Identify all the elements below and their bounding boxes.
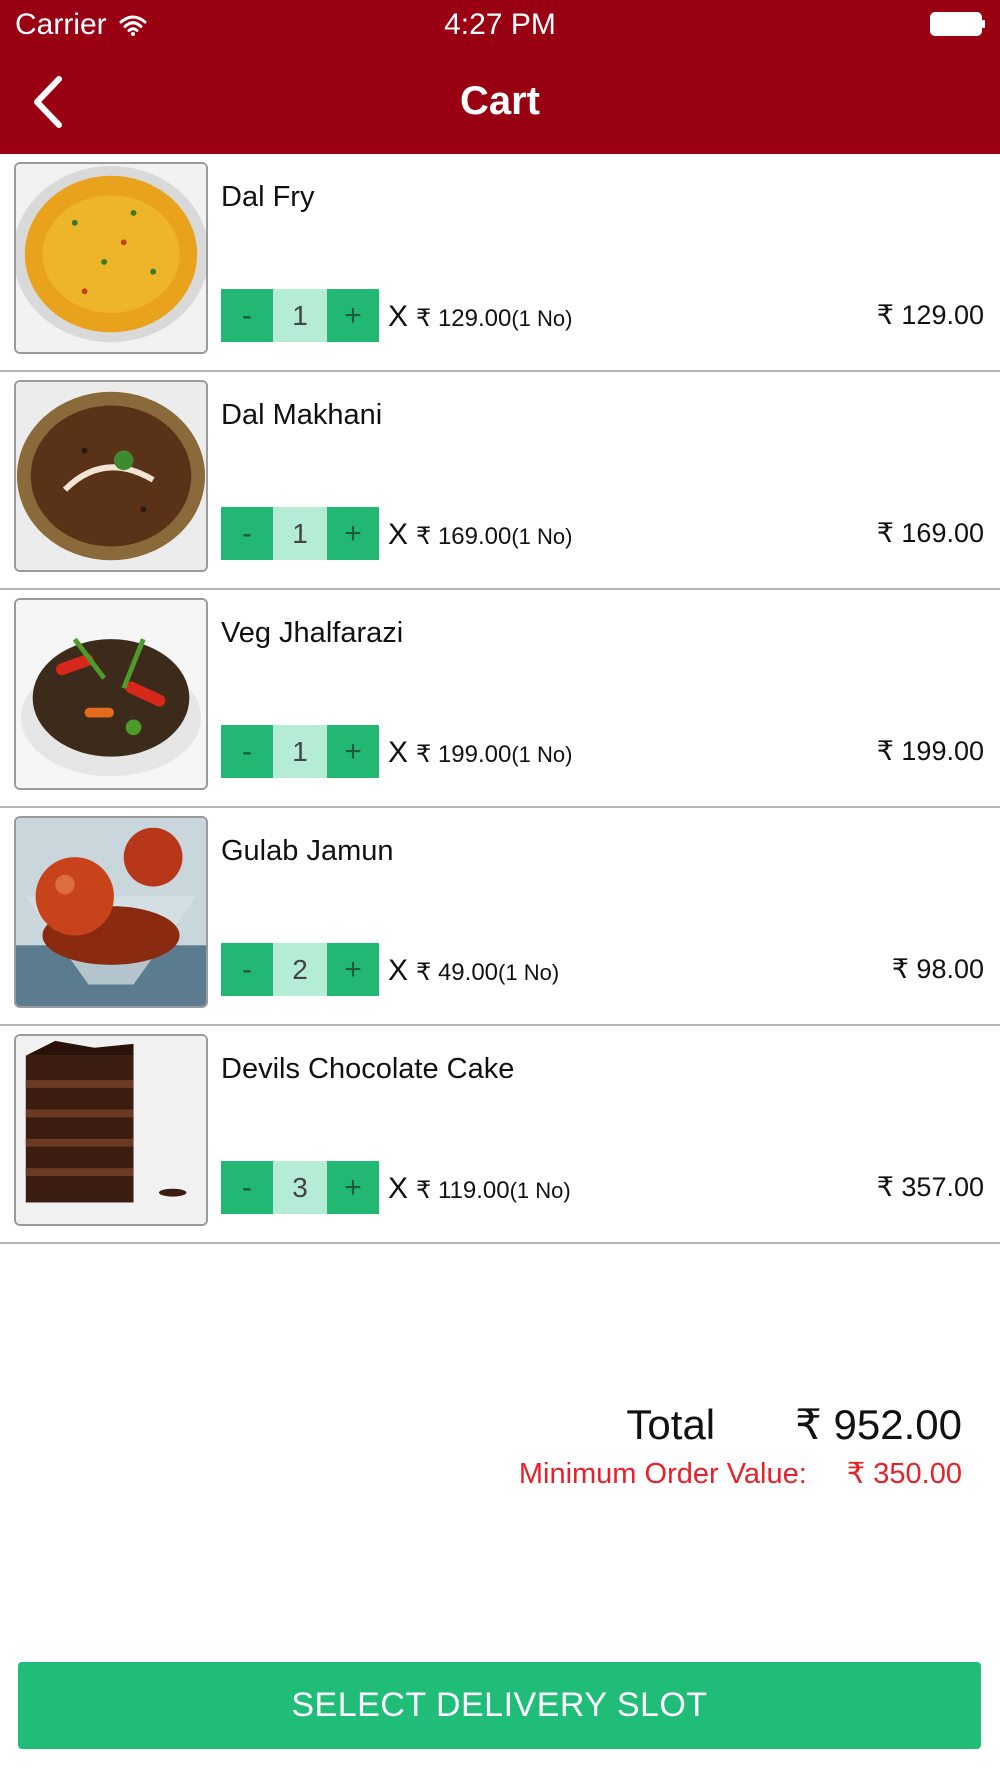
min-order-label: Minimum Order Value: [518, 1458, 807, 1490]
quantity-value: 1 [273, 725, 327, 778]
unit-price: X ₹ 119.00(1 No) [388, 1172, 571, 1208]
times-sign: X [388, 518, 409, 551]
increment-button[interactable]: + [327, 1161, 379, 1214]
unit-price-value: ₹ 119.00 [416, 1177, 510, 1204]
battery-icon [930, 12, 985, 36]
status-time: 4:27 PM [444, 8, 556, 41]
line-total: ₹ 129.00 [876, 300, 984, 330]
unit-price-value: ₹ 169.00 [416, 523, 512, 550]
item-name: Gulab Jamun [221, 835, 394, 867]
line-total: ₹ 199.00 [876, 736, 984, 766]
cart-total: Total ₹ 952.00 [626, 1400, 962, 1449]
unit-note: (1 No) [498, 960, 560, 985]
decrement-button[interactable]: - [221, 289, 273, 342]
cart-item: Gulab Jamun - 2 + X ₹ 49.00(1 No) ₹ 98.00 [0, 808, 1000, 1026]
item-image-gulab-jamun [14, 816, 208, 1008]
item-name: Dal Fry [221, 181, 315, 213]
increment-button[interactable]: + [327, 507, 379, 560]
line-total: ₹ 98.00 [891, 954, 984, 984]
decrement-button[interactable]: - [221, 507, 273, 560]
quantity-stepper: - 1 + [221, 725, 379, 778]
quantity-stepper: - 1 + [221, 507, 379, 560]
cart-item: Devils Chocolate Cake - 3 + X ₹ 119.00(1 … [0, 1026, 1000, 1244]
unit-price: X ₹ 49.00(1 No) [388, 954, 559, 990]
decrement-button[interactable]: - [221, 1161, 273, 1214]
unit-price-value: ₹ 129.00 [416, 305, 512, 332]
quantity-value: 1 [273, 289, 327, 342]
total-value: ₹ 952.00 [795, 1401, 962, 1448]
times-sign: X [388, 300, 409, 333]
unit-price: X ₹ 199.00(1 No) [388, 736, 572, 772]
unit-price-value: ₹ 49.00 [416, 959, 499, 986]
quantity-stepper: - 3 + [221, 1161, 379, 1214]
unit-note: (1 No) [511, 742, 573, 767]
total-label: Total [626, 1401, 716, 1448]
times-sign: X [388, 954, 409, 987]
item-image-veg-jhalfarazi [14, 598, 208, 790]
item-image-dal-fry [14, 162, 208, 354]
quantity-value: 2 [273, 943, 327, 996]
item-image-chocolate-cake [14, 1034, 208, 1226]
increment-button[interactable]: + [327, 943, 379, 996]
unit-price: X ₹ 169.00(1 No) [388, 518, 572, 554]
unit-note: (1 No) [511, 306, 573, 331]
quantity-stepper: - 1 + [221, 289, 379, 342]
item-image-dal-makhani [14, 380, 208, 572]
cart-item: Dal Fry - 1 + X ₹ 129.00(1 No) ₹ 129.00 [0, 154, 1000, 372]
decrement-button[interactable]: - [221, 725, 273, 778]
item-name: Dal Makhani [221, 399, 383, 431]
times-sign: X [388, 736, 409, 769]
increment-button[interactable]: + [327, 725, 379, 778]
page-title: Cart [459, 79, 541, 123]
line-total: ₹ 357.00 [876, 1172, 984, 1202]
unit-price: X ₹ 129.00(1 No) [388, 300, 572, 336]
item-name: Devils Chocolate Cake [221, 1053, 515, 1085]
min-order-value: ₹ 350.00 [846, 1458, 962, 1490]
select-delivery-slot-button[interactable]: SELECT DELIVERY SLOT [18, 1662, 981, 1749]
quantity-value: 1 [273, 507, 327, 560]
item-name: Veg Jhalfarazi [221, 617, 404, 649]
quantity-value: 3 [273, 1161, 327, 1214]
top-bar: Carrier 4:27 PM Cart [0, 0, 1000, 154]
increment-button[interactable]: + [327, 289, 379, 342]
cart-item: Veg Jhalfarazi - 1 + X ₹ 199.00(1 No) ₹ 1… [0, 590, 1000, 808]
times-sign: X [388, 1172, 409, 1205]
cart-item: Dal Makhani - 1 + X ₹ 169.00(1 No) ₹ 169.… [0, 372, 1000, 590]
unit-price-value: ₹ 199.00 [416, 741, 512, 768]
line-total: ₹ 169.00 [876, 518, 984, 548]
minimum-order: Minimum Order Value: ₹ 350.00 [519, 1456, 962, 1491]
quantity-stepper: - 2 + [221, 943, 379, 996]
decrement-button[interactable]: - [221, 943, 273, 996]
unit-note: (1 No) [511, 524, 573, 549]
cart-list: Dal Fry - 1 + X ₹ 129.00(1 No) ₹ 129.00 D… [0, 154, 1000, 1244]
unit-note: (1 No) [509, 1178, 571, 1203]
